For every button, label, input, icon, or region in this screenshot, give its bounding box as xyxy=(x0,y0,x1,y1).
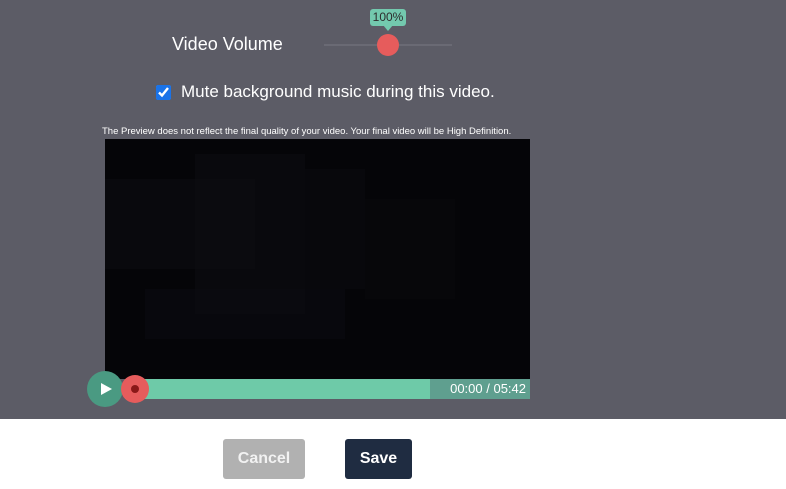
video-volume-label: Video Volume xyxy=(172,34,283,54)
video-frame xyxy=(105,154,455,339)
volume-slider-thumb[interactable] xyxy=(377,34,399,56)
save-button[interactable]: Save xyxy=(345,439,412,479)
preview-quality-note: The Preview does not reflect the final q… xyxy=(102,126,512,137)
cancel-button[interactable]: Cancel xyxy=(223,439,305,479)
seek-handle[interactable] xyxy=(121,375,149,403)
record-dot-icon xyxy=(131,385,139,393)
video-settings-panel: Video Volume 100% Mute background music … xyxy=(0,0,786,419)
video-preview[interactable] xyxy=(105,139,530,379)
video-progress-fill xyxy=(125,379,430,399)
video-progress-bar[interactable]: 00:00 / 05:42 xyxy=(125,379,530,399)
play-button[interactable] xyxy=(87,371,123,407)
mute-music-checkbox[interactable] xyxy=(156,85,171,100)
volume-value-tooltip: 100% xyxy=(370,9,406,31)
video-time-display: 00:00 / 05:42 xyxy=(450,381,526,396)
play-icon xyxy=(101,383,112,395)
mute-music-label[interactable]: Mute background music during this video. xyxy=(181,82,495,102)
